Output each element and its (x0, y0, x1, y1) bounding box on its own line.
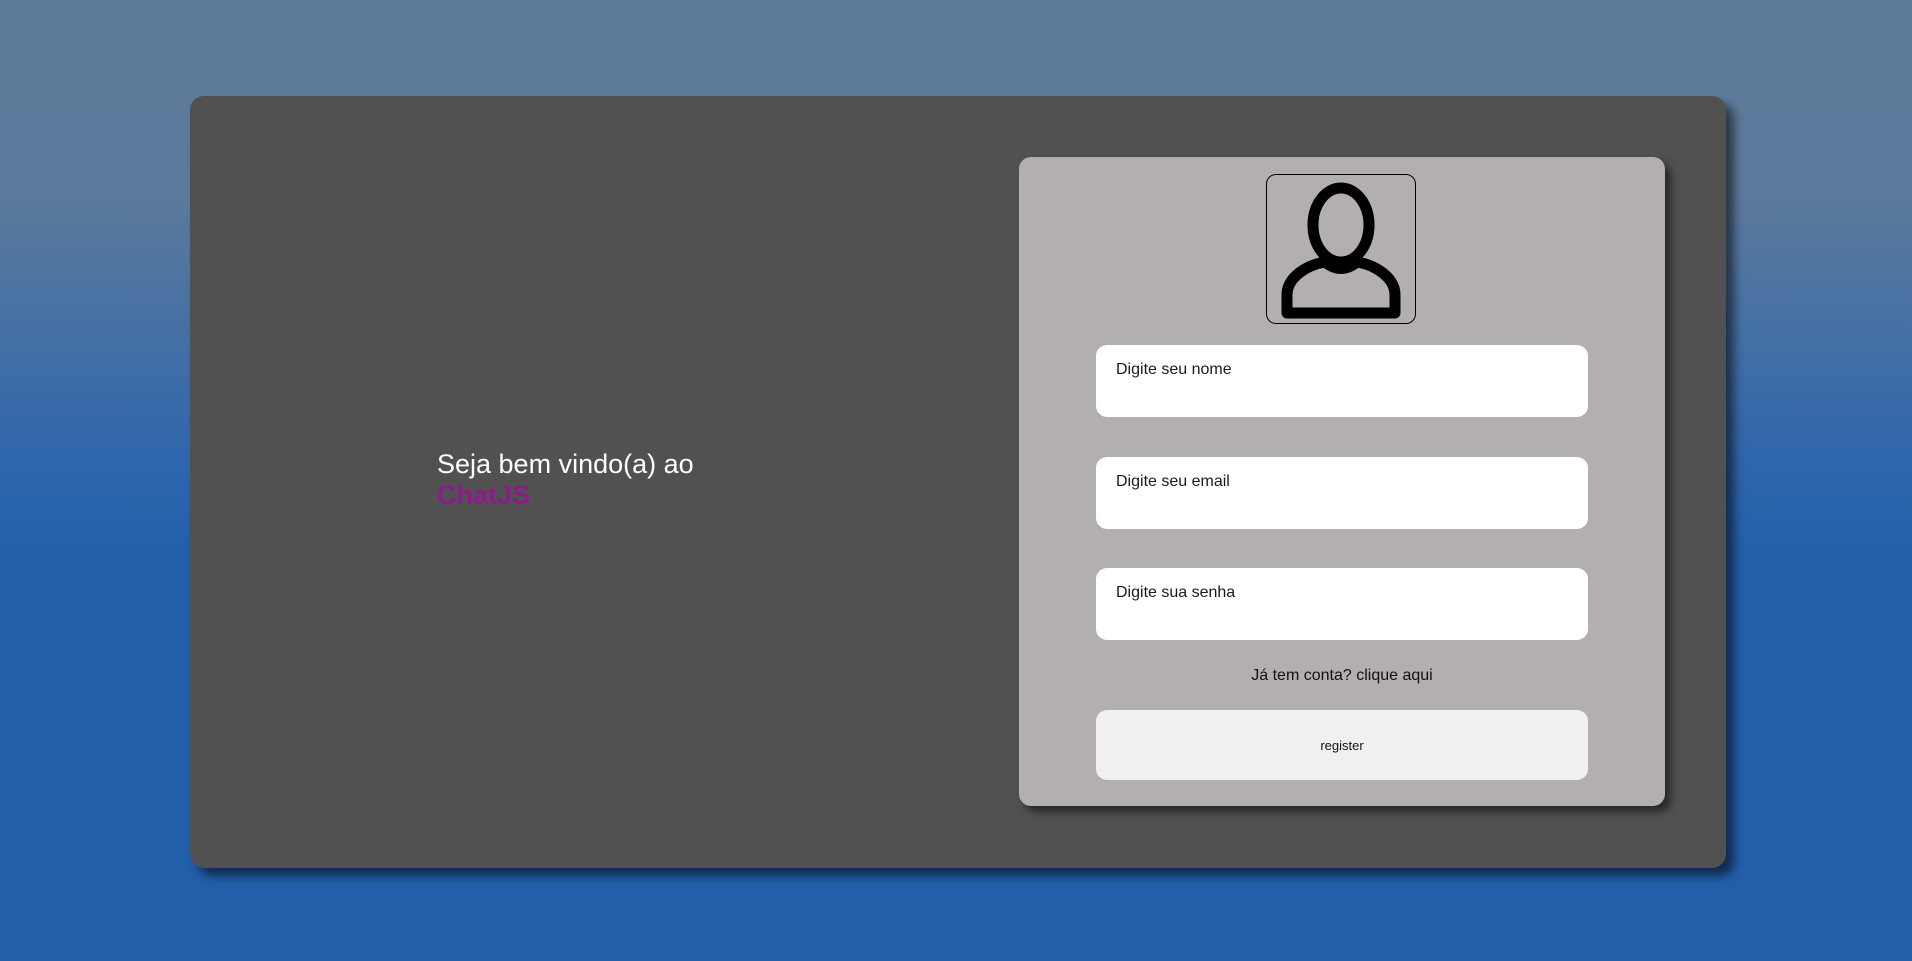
main-card: Seja bem vindo(a) ao ChatJS Digite seu n… (190, 96, 1726, 868)
password-placeholder: Digite sua senha (1116, 584, 1236, 601)
name-field[interactable]: Digite seu nome (1096, 345, 1588, 417)
login-link[interactable]: clique aqui (1356, 667, 1433, 684)
login-prompt-row: Já tem conta? clique aqui (1096, 667, 1588, 685)
password-field[interactable]: Digite sua senha (1096, 568, 1588, 640)
login-prompt: Já tem conta? (1251, 667, 1352, 684)
email-field[interactable]: Digite seu email (1096, 457, 1588, 529)
name-placeholder: Digite seu nome (1116, 361, 1232, 378)
email-placeholder: Digite seu email (1116, 473, 1230, 490)
brand-name: ChatJS (437, 480, 531, 510)
welcome-block: Seja bem vindo(a) ao ChatJS (437, 448, 694, 510)
welcome-text: Seja bem vindo(a) ao (437, 449, 694, 479)
avatar (1266, 174, 1416, 324)
user-icon (1281, 182, 1401, 319)
register-panel: Digite seu nome Digite seu email Digite … (1019, 157, 1665, 806)
register-button[interactable]: register (1096, 710, 1588, 780)
